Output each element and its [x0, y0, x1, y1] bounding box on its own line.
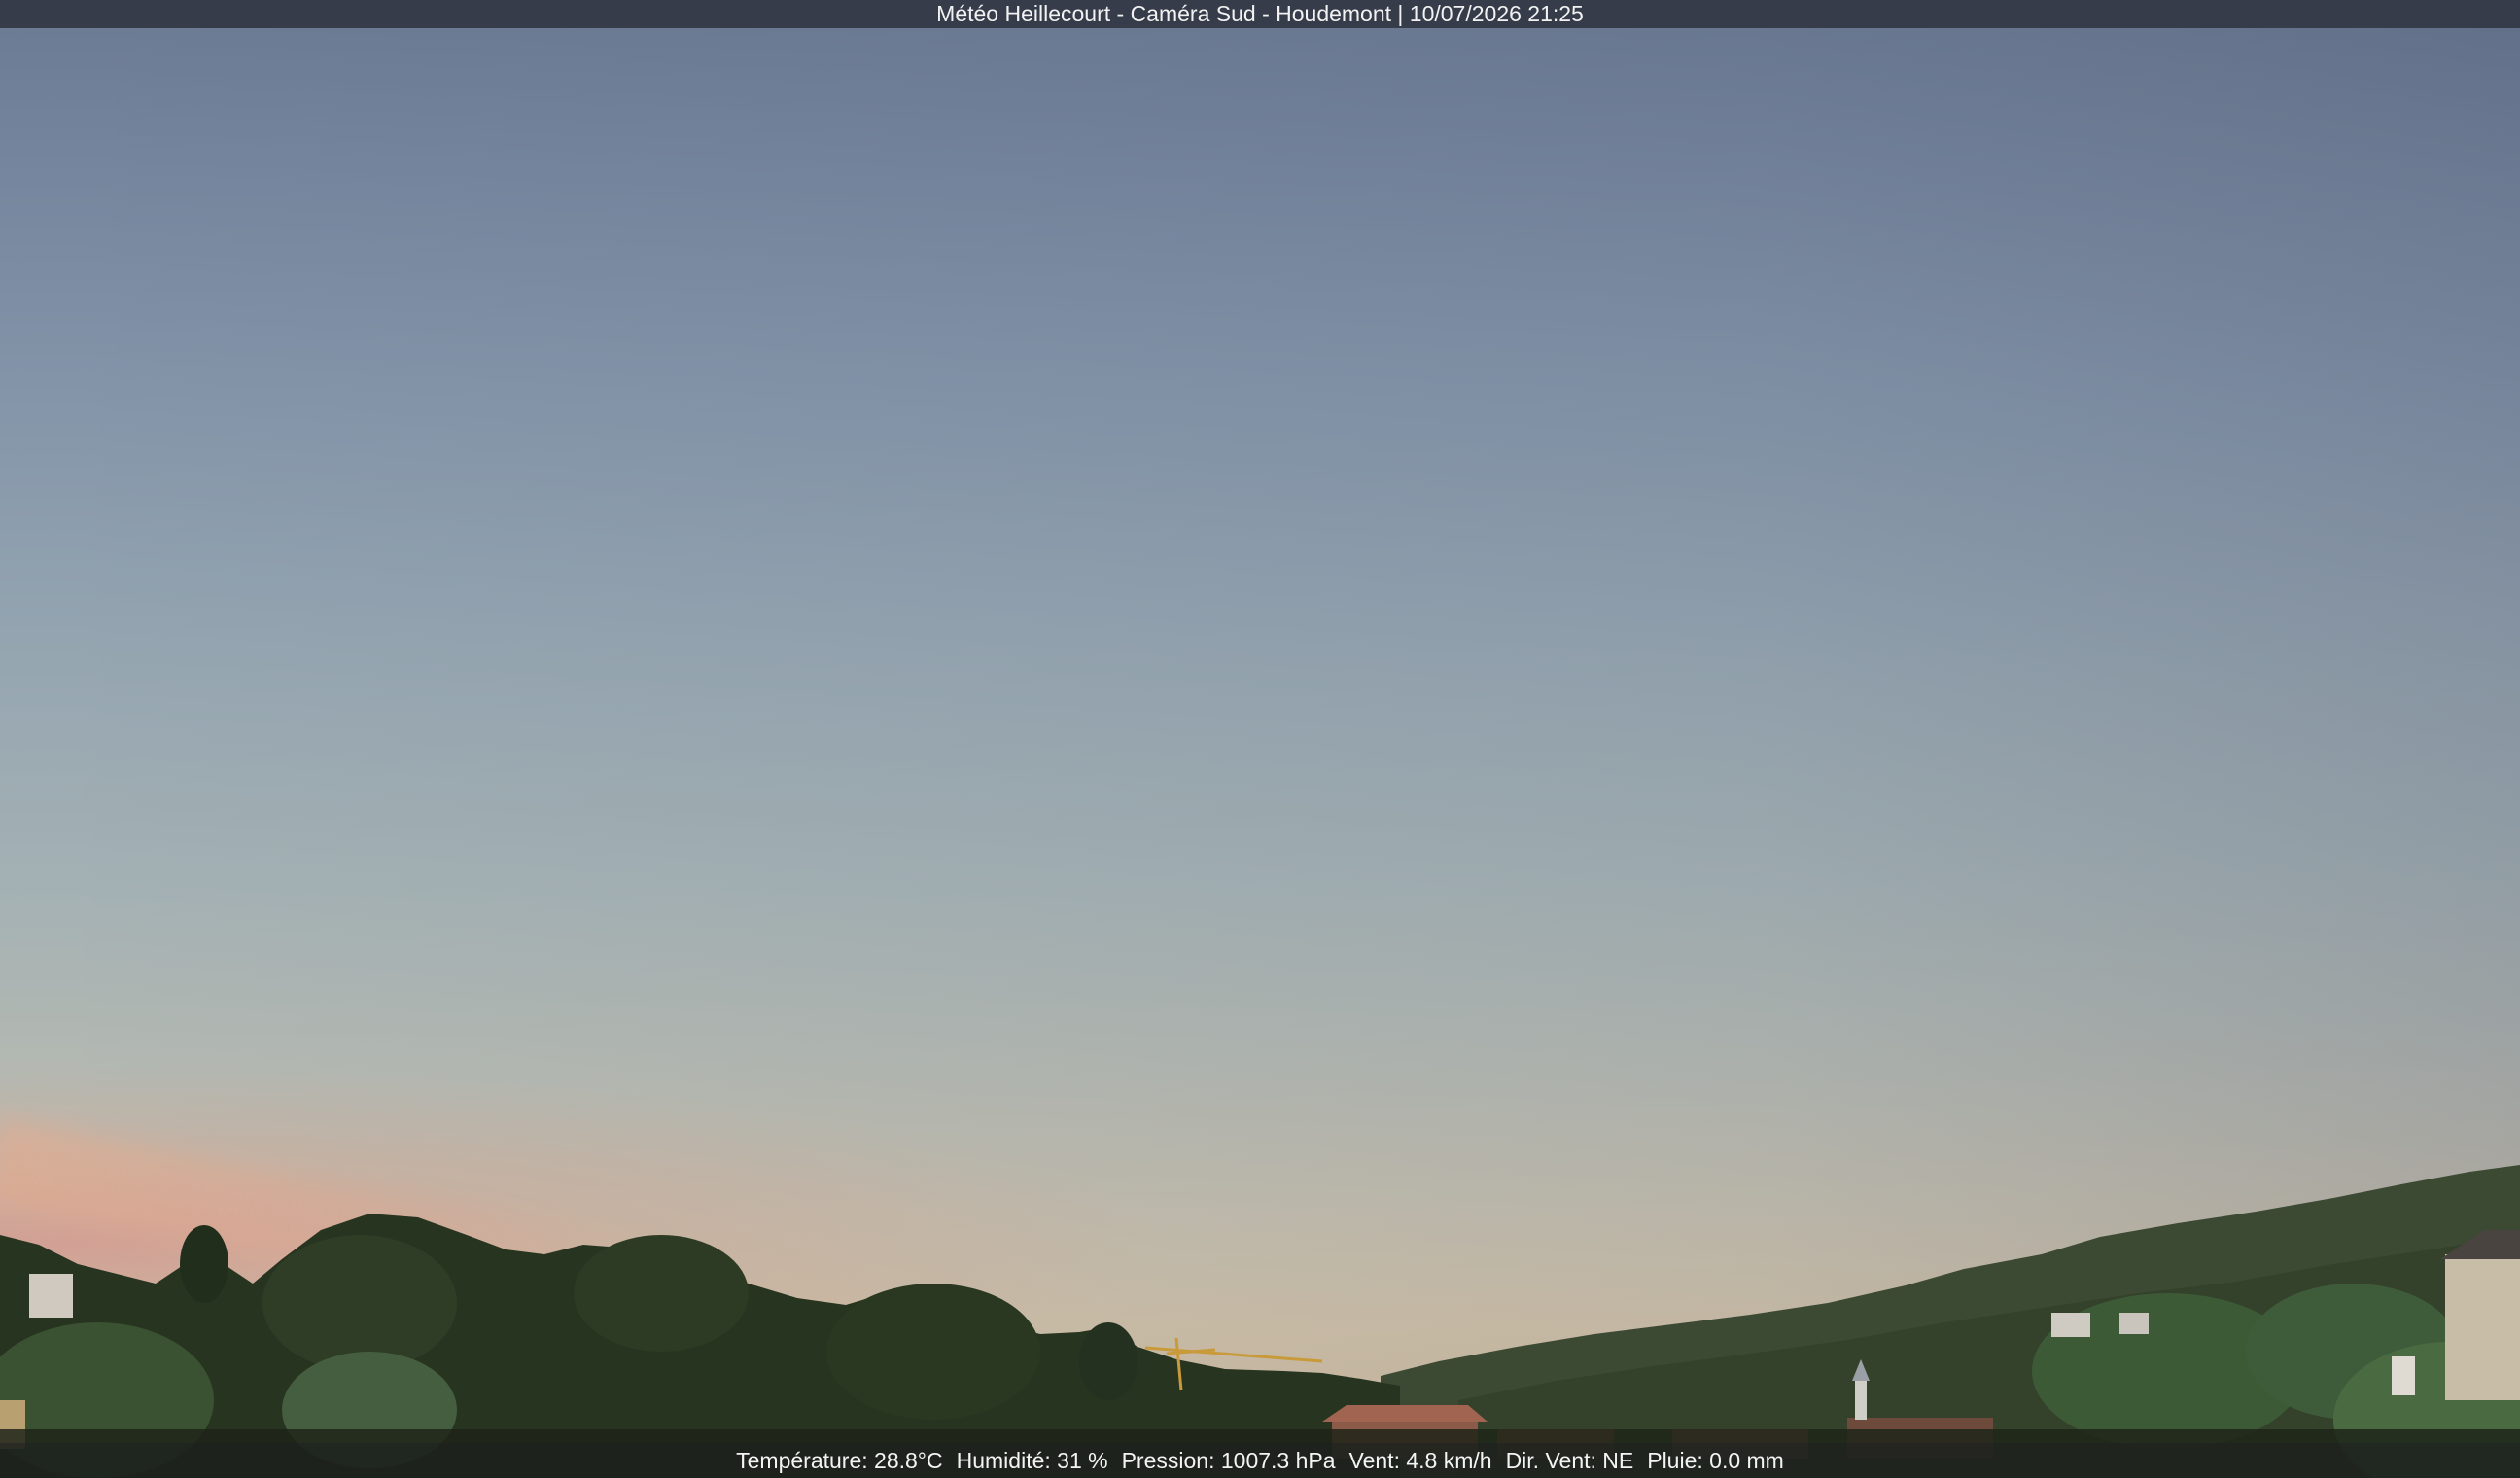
webcam-image — [0, 0, 2520, 1478]
rain-reading: Pluie: 0.0 mm — [1647, 1447, 1784, 1473]
temperature-reading: Température: 28.8°C — [736, 1447, 943, 1473]
wind-direction-reading: Dir. Vent: NE — [1505, 1447, 1634, 1473]
humidity-reading: Humidité: 31 % — [956, 1447, 1108, 1473]
landscape — [0, 1165, 2520, 1478]
weather-info-bar: Température: 28.8°C Humidité: 31 % Press… — [0, 1443, 2520, 1478]
camera-title-bar: Météo Heillecourt - Caméra Sud - Houdemo… — [0, 0, 2520, 28]
wind-speed-reading: Vent: 4.8 km/h — [1348, 1447, 1492, 1473]
camera-title: Météo Heillecourt - Caméra Sud - Houdemo… — [936, 1, 1584, 26]
pressure-reading: Pression: 1007.3 hPa — [1121, 1447, 1336, 1473]
